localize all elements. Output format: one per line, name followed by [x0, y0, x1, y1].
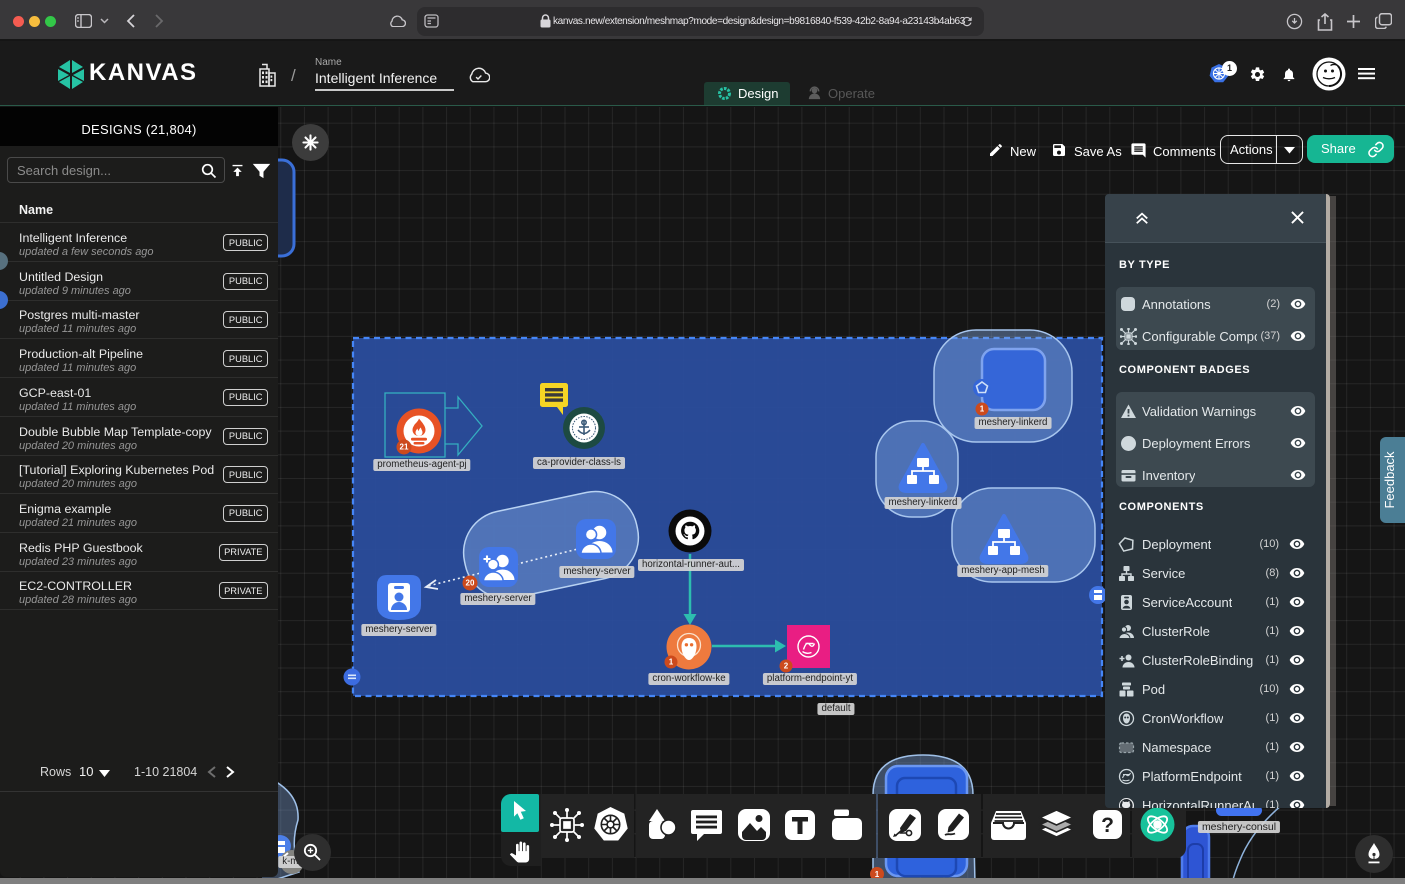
svg-text:?: ?	[1101, 814, 1114, 837]
